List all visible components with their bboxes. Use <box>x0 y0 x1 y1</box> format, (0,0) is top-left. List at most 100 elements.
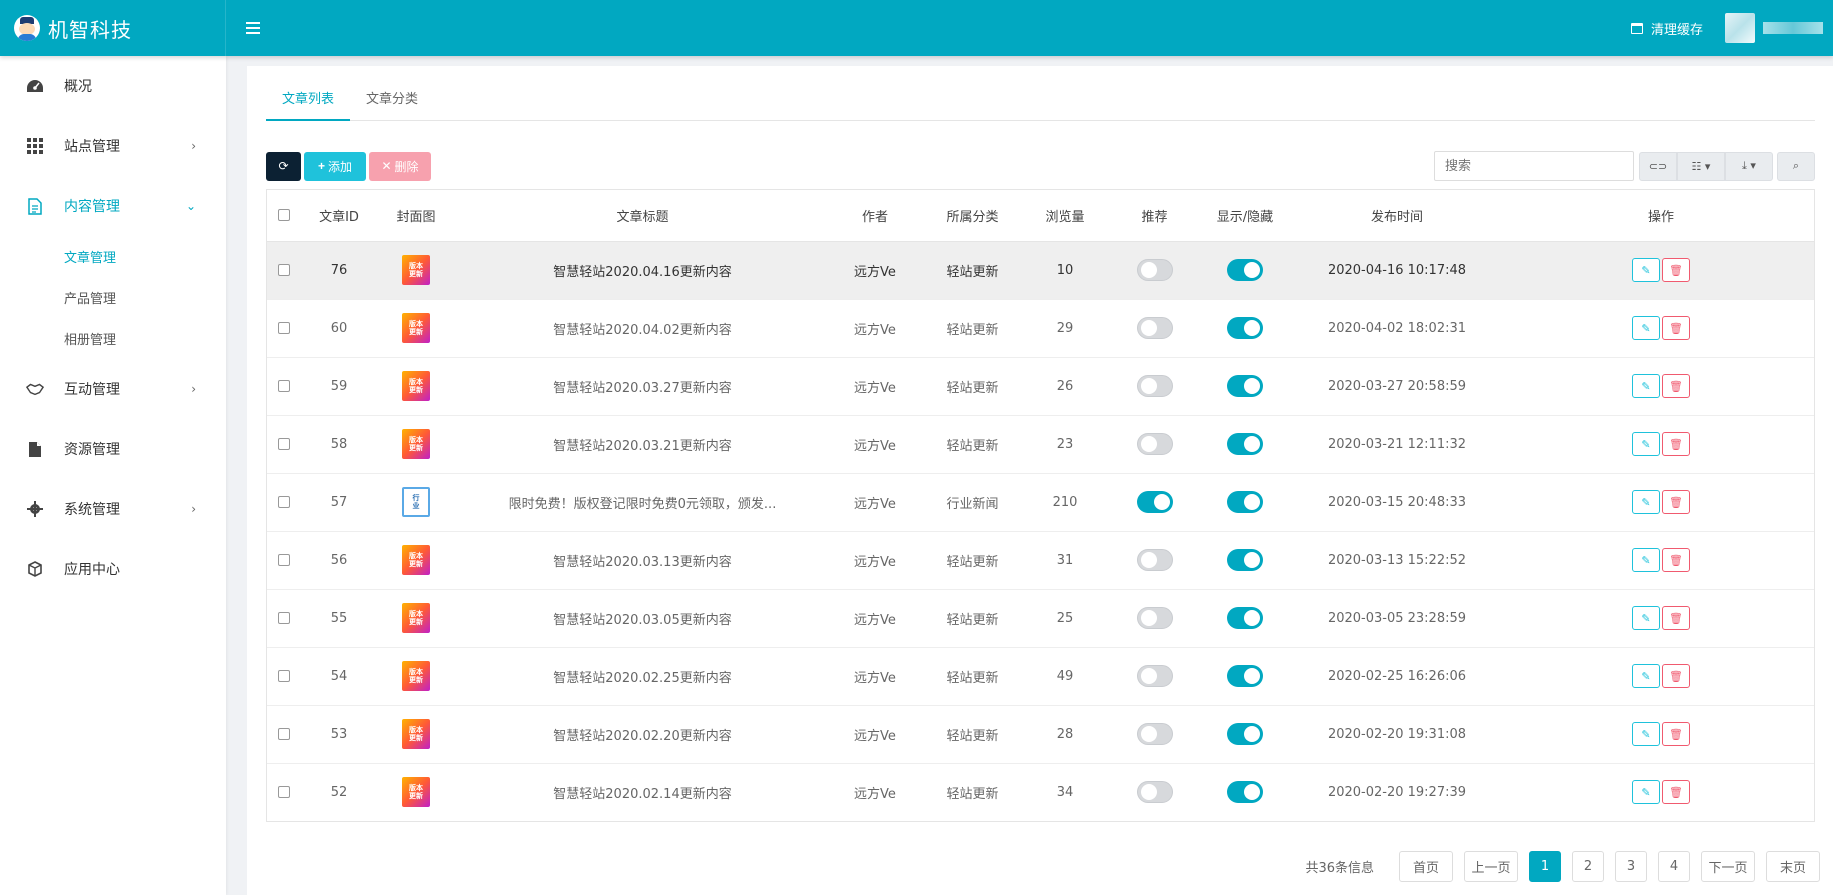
edit-button[interactable]: ✎ <box>1632 490 1660 514</box>
visibility-toggle[interactable] <box>1227 781 1263 804</box>
clear-cache-button[interactable]: 清理缓存 <box>1630 19 1703 38</box>
delete-row-button[interactable]: 🗑 <box>1662 316 1690 340</box>
recommend-toggle[interactable] <box>1136 433 1173 455</box>
delete-row-button[interactable]: 🗑 <box>1662 548 1690 572</box>
sidebar-item-resources[interactable]: 资源管理 <box>0 419 226 479</box>
delete-button[interactable]: ✕ 删除 <box>369 151 431 181</box>
column-header[interactable]: 文章ID <box>301 190 377 242</box>
visibility-toggle[interactable] <box>1227 433 1263 455</box>
table-row[interactable]: 55 版本 更新 智慧轻站2020.03.05更新内容 远方Ve 轻站更新 25 2020-… <box>267 588 1814 647</box>
table-row[interactable]: 60 版本 更新 智慧轻站2020.04.02更新内容 远方Ve 轻站更新 29 2020-… <box>267 298 1814 357</box>
sidebar-subitem-articles[interactable]: 文章管理 <box>0 236 226 277</box>
brand[interactable]: 机智科技 <box>0 0 226 56</box>
table-row[interactable]: 54 版本 更新 智慧轻站2020.02.25更新内容 远方Ve 轻站更新 49 2020-… <box>267 646 1814 705</box>
cover-thumbnail[interactable]: 版本 更新 <box>402 255 430 285</box>
row-checkbox[interactable] <box>267 646 301 705</box>
last-page-button[interactable]: 末页 <box>1766 851 1820 882</box>
delete-row-button[interactable]: 🗑 <box>1662 722 1690 746</box>
column-header[interactable]: 显示/隐藏 <box>1204 190 1286 242</box>
delete-row-button[interactable]: 🗑 <box>1662 606 1690 630</box>
cover-thumbnail[interactable]: 行 业 <box>402 487 430 517</box>
hamburger-icon[interactable] <box>246 19 260 38</box>
edit-button[interactable]: ✎ <box>1632 432 1660 456</box>
row-checkbox[interactable] <box>267 588 301 647</box>
tab-article-list[interactable]: 文章列表 <box>266 86 351 121</box>
edit-button[interactable]: ✎ <box>1632 316 1660 340</box>
sidebar-item-interaction[interactable]: 互动管理 › <box>0 359 226 419</box>
cover-thumbnail[interactable]: 版本 更新 <box>402 661 430 691</box>
search-input[interactable] <box>1434 151 1634 181</box>
delete-row-button[interactable]: 🗑 <box>1662 780 1690 805</box>
row-checkbox[interactable] <box>267 704 301 763</box>
cover-thumbnail[interactable]: 版本 更新 <box>402 719 430 749</box>
delete-row-button[interactable]: 🗑 <box>1662 374 1690 398</box>
table-row[interactable]: 59 版本 更新 智慧轻站2020.03.27更新内容 远方Ve 轻站更新 26 2020-… <box>267 356 1814 415</box>
first-page-button[interactable]: 首页 <box>1399 851 1453 882</box>
sidebar-item-system[interactable]: 系统管理 › <box>0 479 226 539</box>
recommend-toggle[interactable] <box>1136 491 1173 513</box>
sidebar-item-apps[interactable]: 应用中心 <box>0 539 226 599</box>
export-button[interactable]: ⤓ ▾ <box>1725 151 1773 181</box>
edit-button[interactable]: ✎ <box>1632 780 1660 805</box>
visibility-toggle[interactable] <box>1227 607 1263 629</box>
table-row[interactable]: 58 版本 更新 智慧轻站2020.03.21更新内容 远方Ve 轻站更新 23 2020-… <box>267 414 1814 473</box>
column-header[interactable]: 作者 <box>830 190 920 242</box>
sidebar-subitem-products[interactable]: 产品管理 <box>0 277 226 318</box>
row-checkbox[interactable] <box>267 356 301 415</box>
advanced-search-button[interactable]: ⌕ <box>1777 151 1815 181</box>
column-header[interactable]: 文章标题 <box>455 190 830 242</box>
toggle-view-button[interactable]: ⊂⊃ <box>1639 151 1677 181</box>
edit-button[interactable]: ✎ <box>1632 548 1660 572</box>
table-row[interactable]: 52 版本 更新 智慧轻站2020.02.14更新内容 远方Ve 轻站更新 34 2020-… <box>267 762 1814 821</box>
column-header[interactable]: 推荐 <box>1105 190 1204 242</box>
cover-thumbnail[interactable]: 版本 更新 <box>402 777 430 808</box>
edit-button[interactable]: ✎ <box>1632 606 1660 630</box>
table-row[interactable]: 57 行 业限时免费！版权登记限时免费0元领取，颁发... 远方Ve 行业新闻 210 2… <box>267 472 1814 531</box>
recommend-toggle[interactable] <box>1136 781 1173 804</box>
page-button-1[interactable]: 1 <box>1529 851 1561 882</box>
recommend-toggle[interactable] <box>1136 317 1173 339</box>
row-checkbox[interactable] <box>267 530 301 589</box>
visibility-toggle[interactable] <box>1227 259 1263 281</box>
visibility-toggle[interactable] <box>1227 723 1263 745</box>
row-checkbox[interactable] <box>267 240 301 299</box>
delete-row-button[interactable]: 🗑 <box>1662 432 1690 456</box>
delete-row-button[interactable]: 🗑 <box>1662 490 1690 514</box>
cover-thumbnail[interactable]: 版本 更新 <box>402 371 430 401</box>
sidebar-item-content[interactable]: 内容管理 ⌄ <box>0 176 226 236</box>
table-row[interactable]: 56 版本 更新 智慧轻站2020.03.13更新内容 远方Ve 轻站更新 31 2020-… <box>267 530 1814 589</box>
row-checkbox[interactable] <box>267 472 301 531</box>
edit-button[interactable]: ✎ <box>1632 722 1660 746</box>
edit-button[interactable]: ✎ <box>1632 374 1660 398</box>
column-header[interactable]: 所属分类 <box>920 190 1025 242</box>
row-checkbox[interactable] <box>267 762 301 821</box>
cover-thumbnail[interactable]: 版本 更新 <box>402 603 430 633</box>
visibility-toggle[interactable] <box>1227 549 1263 571</box>
sidebar-item-overview[interactable]: 概况 <box>0 56 226 116</box>
next-page-button[interactable]: 下一页 <box>1701 851 1755 882</box>
refresh-button[interactable]: ⟳ <box>266 151 301 181</box>
delete-row-button[interactable]: 🗑 <box>1662 258 1690 282</box>
page-button-2[interactable]: 2 <box>1572 851 1604 882</box>
visibility-toggle[interactable] <box>1227 491 1263 513</box>
table-row[interactable]: 53 版本 更新 智慧轻站2020.02.20更新内容 远方Ve 轻站更新 28 2020-… <box>267 704 1814 763</box>
column-header[interactable]: 发布时间 <box>1286 190 1508 242</box>
sidebar-subitem-albums[interactable]: 相册管理 <box>0 318 226 359</box>
recommend-toggle[interactable] <box>1136 375 1173 397</box>
add-button[interactable]: + 添加 <box>304 151 366 181</box>
cover-thumbnail[interactable]: 版本 更新 <box>402 429 430 459</box>
edit-button[interactable]: ✎ <box>1632 664 1660 688</box>
recommend-toggle[interactable] <box>1136 259 1173 281</box>
delete-row-button[interactable]: 🗑 <box>1662 664 1690 688</box>
recommend-toggle[interactable] <box>1136 607 1173 629</box>
column-header[interactable]: 浏览量 <box>1025 190 1105 242</box>
visibility-toggle[interactable] <box>1227 375 1263 397</box>
page-button-3[interactable]: 3 <box>1615 851 1647 882</box>
cover-thumbnail[interactable]: 版本 更新 <box>402 545 430 575</box>
user-menu[interactable] <box>1725 0 1833 56</box>
sidebar-item-sites[interactable]: 站点管理 › <box>0 116 226 176</box>
page-button-4[interactable]: 4 <box>1658 851 1690 882</box>
columns-button[interactable]: ☷ ▾ <box>1677 151 1725 181</box>
recommend-toggle[interactable] <box>1136 665 1173 687</box>
visibility-toggle[interactable] <box>1227 317 1263 339</box>
